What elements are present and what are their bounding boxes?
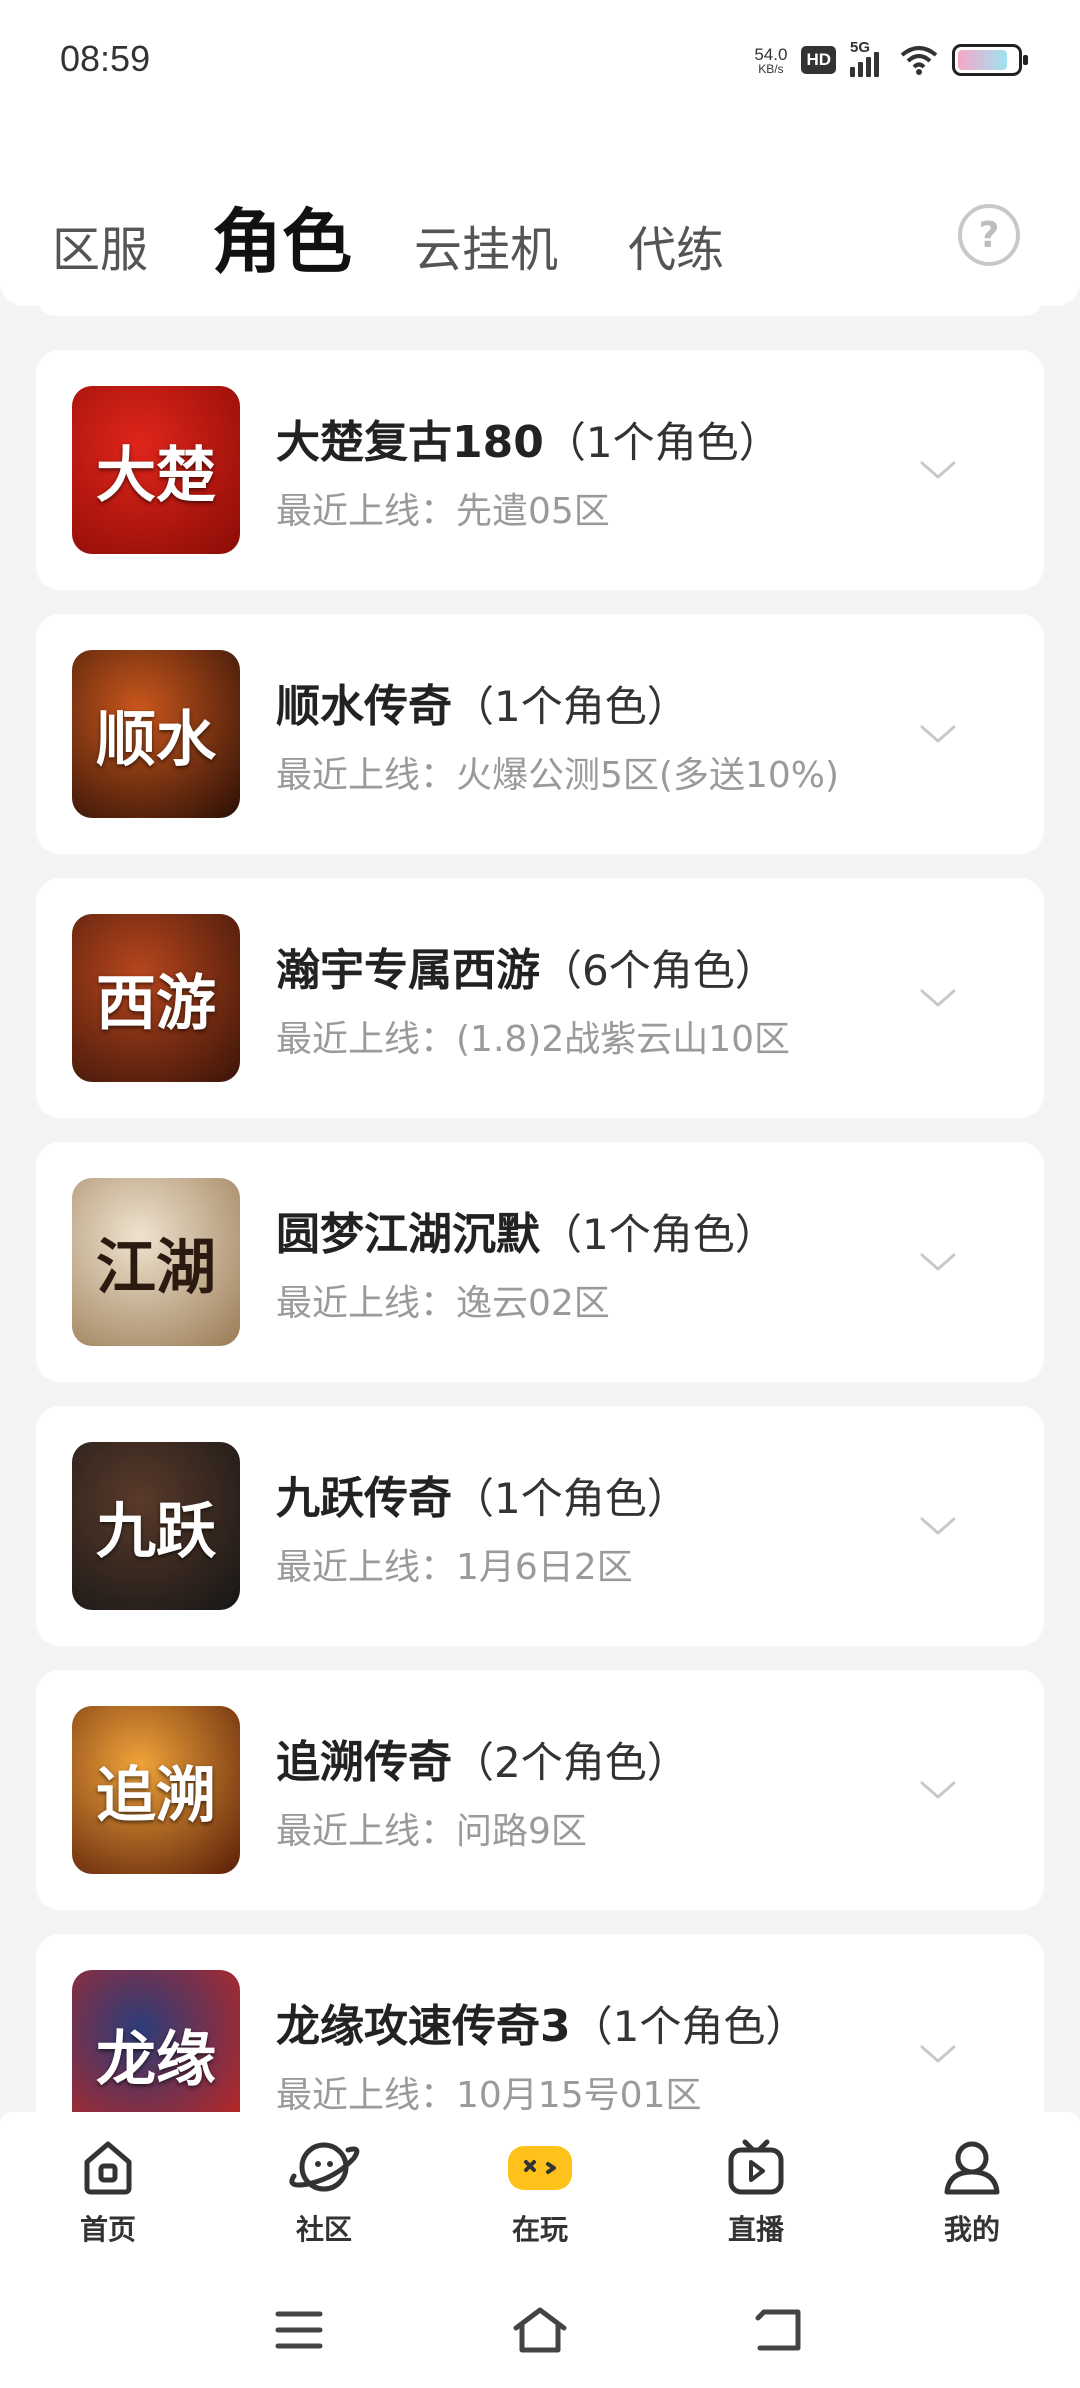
game-icon: 九跃 <box>72 1442 240 1610</box>
recent-server: 最近上线：先遣05区 <box>276 491 610 532</box>
game-card[interactable]: 江湖 圆梦江湖沉默（1个角色） 最近上线：逸云02区 <box>36 1142 1044 1382</box>
chevron-down-icon[interactable] <box>918 450 958 490</box>
nav-community[interactable]: 社区 <box>254 2136 394 2248</box>
tab-server[interactable]: 区服 <box>52 210 148 280</box>
signal-label: 5G <box>850 39 871 56</box>
recent-server: 最近上线：10月15号01区 <box>276 2075 702 2112</box>
role-count: （6个角色） <box>540 946 777 995</box>
game-card[interactable]: 龙缘 龙缘攻速传奇3（1个角色） 最近上线：10月15号01区 <box>36 1934 1044 2112</box>
game-title: 大楚复古180（1个角色） <box>276 406 781 470</box>
game-title: 圆梦江湖沉默（1个角色） <box>276 1198 777 1262</box>
net-speed-value: 54.0 <box>754 44 788 64</box>
chevron-down-icon[interactable] <box>918 1242 958 1282</box>
chevron-down-icon[interactable] <box>918 1506 958 1546</box>
menu-icon[interactable] <box>274 2306 324 2354</box>
role-count: （1个角色） <box>452 1474 689 1523</box>
game-name: 顺水传奇 <box>276 681 452 732</box>
game-name: 追溯传奇 <box>276 1737 452 1788</box>
game-name: 大楚复古180 <box>276 417 544 468</box>
game-card[interactable]: 顺水 顺水传奇（1个角色） 最近上线：火爆公测5区(多送10%) <box>36 614 1044 854</box>
game-name: 圆梦江湖沉默 <box>276 1209 540 1260</box>
net-speed: 54.0 KB/s <box>754 46 787 75</box>
game-icon: 顺水 <box>72 650 240 818</box>
tab-boosting[interactable]: 代练 <box>628 210 724 280</box>
hd-icon: HD <box>801 46 836 74</box>
gamepad-icon <box>508 2146 572 2190</box>
battery-icon <box>952 44 1028 76</box>
nav-playing[interactable]: 在玩 <box>470 2136 610 2248</box>
recent-server: 最近上线：火爆公测5区(多送10%) <box>276 755 840 796</box>
chevron-down-icon[interactable] <box>918 1770 958 1810</box>
game-title: 追溯传奇（2个角色） <box>276 1726 689 1790</box>
game-title: 顺水传奇（1个角色） <box>276 670 689 734</box>
signal-icon: 5G <box>850 39 886 77</box>
game-icon: 江湖 <box>72 1178 240 1346</box>
game-card[interactable]: 九跃 九跃传奇（1个角色） 最近上线：1月6日2区 <box>36 1406 1044 1646</box>
nav-live[interactable]: 直播 <box>686 2136 826 2248</box>
tv-play-icon <box>728 2139 784 2195</box>
game-name: 瀚宇专属西游 <box>276 945 540 996</box>
tab-bar: 区服 角色 云挂机 代练 ? <box>0 118 1080 306</box>
back-icon[interactable] <box>754 2306 804 2354</box>
user-icon <box>944 2141 1000 2195</box>
game-title: 瀚宇专属西游（6个角色） <box>276 934 777 998</box>
role-list: 大楚 大楚复古180（1个角色） 最近上线：先遣05区 顺水 顺水传奇（1个角色） 最近上… <box>36 306 1044 2112</box>
status-icons: 54.0 KB/s HD 5G <box>754 38 1028 82</box>
game-card[interactable]: 西游 瀚宇专属西游（6个角色） 最近上线：(1.8)2战紫云山10区 <box>36 878 1044 1118</box>
recent-server: 最近上线：(1.8)2战紫云山10区 <box>276 1019 791 1060</box>
game-name: 九跃传奇 <box>276 1473 452 1524</box>
role-count: （1个角色） <box>570 2002 808 2051</box>
tab-role[interactable]: 角色 <box>212 186 352 287</box>
home-icon <box>84 2141 132 2195</box>
chevron-down-icon[interactable] <box>918 978 958 1018</box>
planet-icon <box>289 2142 360 2192</box>
game-icon: 追溯 <box>72 1706 240 1874</box>
game-icon: 龙缘 <box>72 1970 240 2112</box>
nav-mine[interactable]: 我的 <box>902 2136 1042 2248</box>
tab-cloud-idle[interactable]: 云挂机 <box>414 210 558 280</box>
system-nav-bar <box>0 2282 1080 2388</box>
chevron-down-icon[interactable] <box>918 714 958 754</box>
wifi-icon <box>900 46 938 75</box>
bottom-nav: 首页 社区 在玩 直播 我的 <box>0 2112 1080 2282</box>
partial-card <box>36 306 1044 316</box>
role-count: （1个角色） <box>452 682 689 731</box>
net-speed-unit: KB/s <box>758 61 784 76</box>
game-icon: 西游 <box>72 914 240 1082</box>
question-circle-icon[interactable]: ? <box>958 204 1020 266</box>
chevron-down-icon[interactable] <box>918 2034 958 2074</box>
game-card[interactable]: 大楚 大楚复古180（1个角色） 最近上线：先遣05区 <box>36 350 1044 590</box>
nav-home-label: 首页 <box>79 2213 136 2246</box>
role-count: （1个角色） <box>543 418 781 467</box>
home-nav-icon[interactable] <box>512 2306 568 2354</box>
role-count: （1个角色） <box>540 1210 777 1259</box>
nav-playing-label: 在玩 <box>511 2213 568 2246</box>
recent-server: 最近上线：问路9区 <box>276 1811 587 1852</box>
game-name: 龙缘攻速传奇3 <box>276 2001 571 2052</box>
role-count: （2个角色） <box>452 1738 689 1787</box>
recent-server: 最近上线：1月6日2区 <box>276 1547 633 1588</box>
recent-server: 最近上线：逸云02区 <box>276 1283 610 1324</box>
nav-mine-label: 我的 <box>943 2213 1000 2246</box>
nav-live-label: 直播 <box>727 2213 784 2246</box>
status-time: 08:59 <box>60 38 151 79</box>
nav-community-label: 社区 <box>295 2213 352 2246</box>
game-icon: 大楚 <box>72 386 240 554</box>
game-title: 九跃传奇（1个角色） <box>276 1462 689 1526</box>
status-bar: 08:59 54.0 KB/s HD 5G <box>0 0 1080 118</box>
game-title: 龙缘攻速传奇3（1个角色） <box>276 1990 807 2054</box>
nav-home[interactable]: 首页 <box>38 2136 178 2248</box>
game-card[interactable]: 追溯 追溯传奇（2个角色） 最近上线：问路9区 <box>36 1670 1044 1910</box>
